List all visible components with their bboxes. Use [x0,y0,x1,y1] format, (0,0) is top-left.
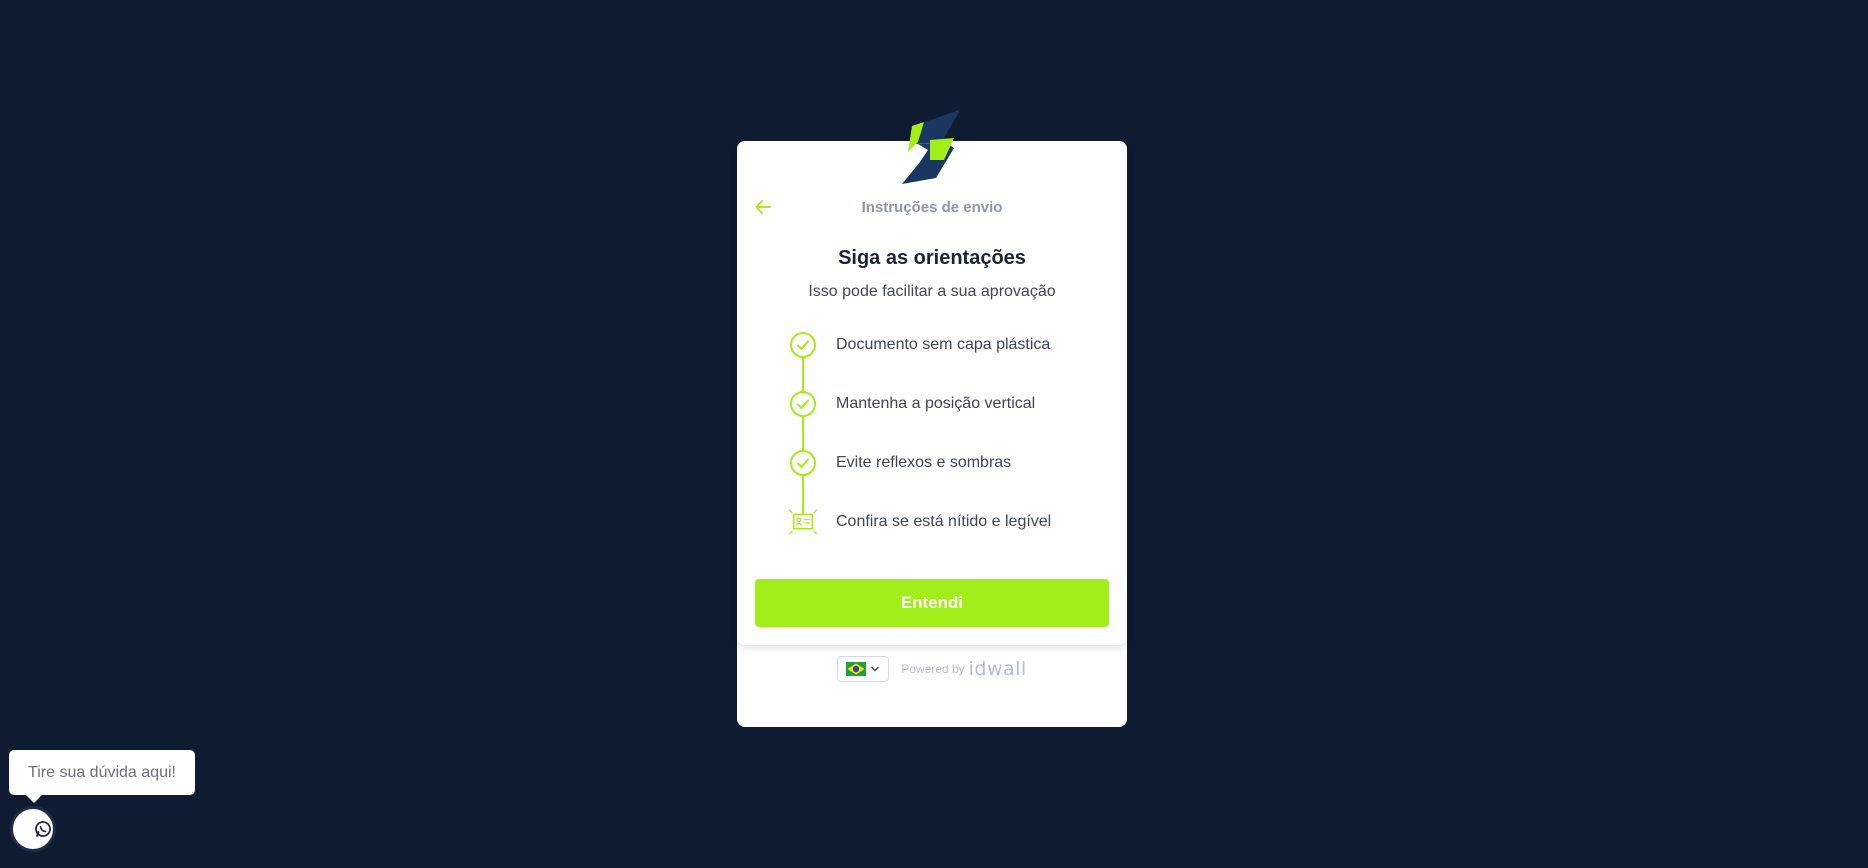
step-item: Confira se está nítido e legível [787,505,1107,539]
check-circle-icon [787,447,819,479]
confirm-button[interactable]: Entendi [755,579,1109,627]
step-item: Documento sem capa plástica [787,328,1107,362]
chevron-down-icon [871,666,880,672]
whatsapp-chat-button[interactable] [10,806,56,852]
step-label: Documento sem capa plástica [836,336,1051,353]
page: Instruções de envio Siga as orientações … [0,0,1868,868]
steps-connector-line [802,338,804,514]
brand-name: idwall [968,658,1027,680]
step-label: Confira se está nítido e legível [836,513,1052,530]
language-select[interactable] [837,656,890,682]
idwall-logo: idwall [969,658,1027,680]
tooltip-arrow [26,795,42,803]
card-footer: Powered by idwall [737,653,1127,685]
step-label: Evite reflexos e sombras [836,454,1012,471]
step-item: Mantenha a posição vertical [787,387,1107,421]
chat-tooltip: Tire sua dúvida aqui! [9,750,195,795]
card-content: Instruções de envio Siga as orientações … [737,141,1127,645]
brazil-flag-icon [846,662,867,676]
page-title: Siga as orientações [838,247,1026,269]
whatsapp-icon [35,821,51,837]
check-circle-icon [787,329,819,361]
id-card-icon [787,506,819,538]
step-label: Mantenha a posição vertical [836,395,1036,412]
brand-logo-icon [902,110,960,184]
header-title: Instruções de envio [861,199,1003,216]
instruction-steps: Documento sem capa plástica Mantenha a p… [787,328,1107,548]
instructions-card: Instruções de envio Siga as orientações … [737,141,1127,727]
page-subtitle: Isso pode facilitar a sua aprovação [808,283,1056,300]
step-item: Evite reflexos e sombras [787,446,1107,480]
powered-by-text: Powered by [901,662,965,676]
check-circle-icon [787,388,819,420]
